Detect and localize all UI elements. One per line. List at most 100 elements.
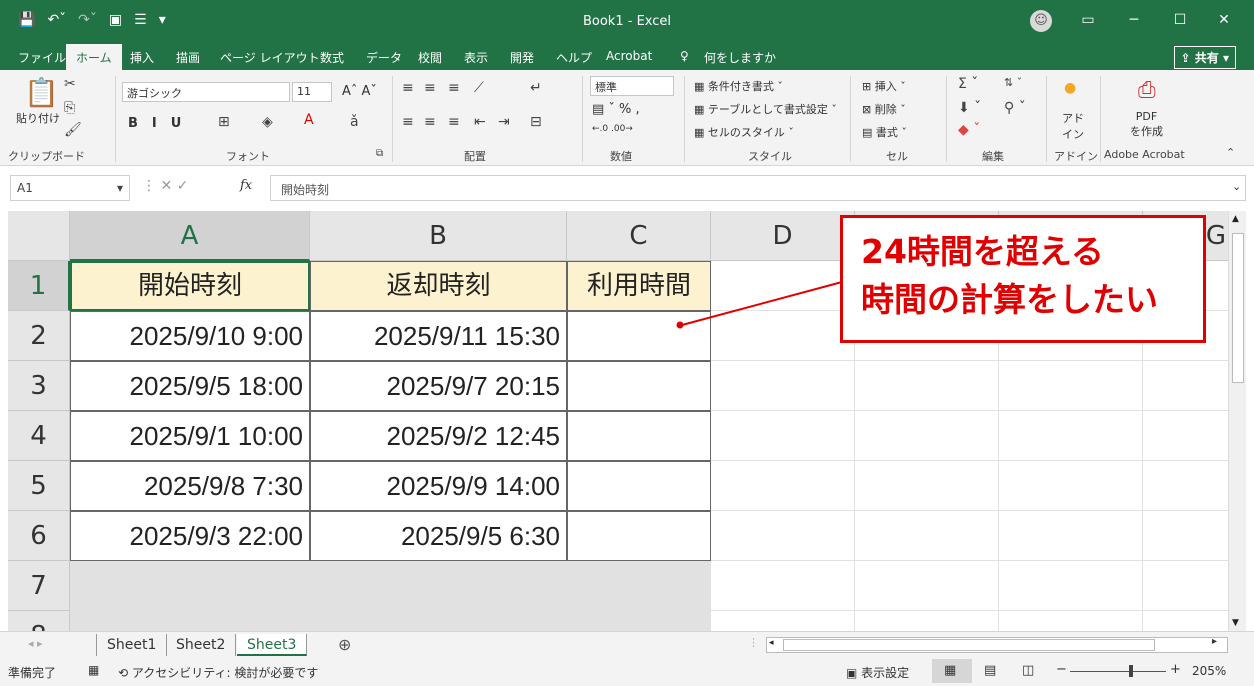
conditional-formatting-button[interactable]: ▦ 条件付き書式 ˇ [694,78,783,94]
font-color-icon[interactable]: A [304,112,314,128]
cell-b5[interactable]: 2025/9/9 14:00 [310,461,567,511]
accessibility-status[interactable]: ⟲ アクセシビリティ: 検討が必要です [118,664,318,681]
macro-record-icon[interactable]: ▦ [88,663,99,677]
cell-b2[interactable]: 2025/9/11 15:30 [310,311,567,361]
tab-data[interactable]: データ [366,49,402,66]
create-pdf-button[interactable]: PDF を作成 [1130,110,1163,139]
format-painter-icon[interactable]: 🖌 [64,122,82,138]
cell-c6[interactable] [567,511,711,561]
scroll-up-icon[interactable]: ▲ [1232,214,1239,224]
delete-cells-button[interactable]: ⊠ 削除 ˇ [862,101,906,117]
tab-review[interactable]: 校閲 [418,49,442,66]
addins-button[interactable]: アド イン [1062,110,1084,142]
row-header-2[interactable]: 2 [8,311,70,361]
tab-acrobat[interactable]: Acrobat [606,49,652,63]
cell-c1[interactable]: 利用時間 [567,261,711,311]
zoom-level[interactable]: 205% [1192,664,1226,678]
align-bottom-icon[interactable]: ≡ [448,80,460,96]
row-header-8[interactable]: 8 [8,611,70,631]
minimize-button[interactable]: ─ [1124,12,1144,28]
tab-page-layout[interactable]: ページ レイアウト [220,49,320,66]
font-grow-shrink-icons[interactable]: Aˆ Aˇ [342,84,377,99]
column-header-c[interactable]: C [567,211,711,261]
select-all-corner[interactable] [8,211,70,261]
font-dialog-launcher-icon[interactable]: ⧉ [376,148,383,159]
borders-icon[interactable]: ⊞ [218,114,230,130]
orientation-icon[interactable]: ⟋ [474,80,484,96]
maximize-button[interactable]: ☐ [1170,12,1190,28]
cell-a4[interactable]: 2025/9/1 10:00 [70,411,310,461]
scroll-left-icon[interactable]: ◂ [769,638,774,648]
cell-b1[interactable]: 返却時刻 [310,261,567,311]
insert-cells-button[interactable]: ⊞ 挿入 ˇ [862,78,906,94]
tab-draw[interactable]: 描画 [176,49,200,66]
tab-formulas[interactable]: 数式 [320,49,344,66]
tab-help[interactable]: ヘルプ [556,49,592,66]
zoom-in-icon[interactable]: + [1170,662,1181,677]
wrap-text-icon[interactable]: ↵ [530,80,542,96]
paste-icon[interactable]: 📋 [24,76,59,109]
sheet-tab-3[interactable]: Sheet3 [237,634,308,656]
row-header-4[interactable]: 4 [8,411,70,461]
sheet-tab-2[interactable]: Sheet2 [166,634,237,656]
decrease-indent-icon[interactable]: ⇤ [474,114,486,130]
format-cells-button[interactable]: ▤ 書式 ˇ [862,124,907,140]
split-handle-icon[interactable]: ⋮ [748,636,759,649]
share-button[interactable]: ⇪ 共有 ▾ [1173,46,1236,69]
addins-icon[interactable]: ● [1064,80,1076,96]
name-box-dropdown-icon[interactable]: ▾ [117,181,123,195]
decimal-icons[interactable]: ←.0 .00→ [592,124,633,134]
cell-b3[interactable]: 2025/9/7 20:15 [310,361,567,411]
paste-label[interactable]: 貼り付け [16,110,60,126]
name-box[interactable]: A1 ▾ [10,175,130,201]
find-select-icon[interactable]: ⚲ ˇ [1004,100,1026,116]
user-avatar-icon[interactable]: ☺ [1030,10,1052,32]
tab-home[interactable]: ホーム [66,44,122,70]
merge-center-icon[interactable]: ⊟ [530,114,542,130]
column-header-d[interactable]: D [711,211,855,261]
row-header-1[interactable]: 1 [8,261,70,311]
fill-icon[interactable]: ⬇ ˇ [958,100,981,116]
phonetic-icon[interactable]: ǎ [350,114,359,130]
display-settings[interactable]: ▣ 表示設定 [846,664,909,681]
cell-c2[interactable] [567,311,711,361]
zoom-slider-thumb[interactable] [1129,665,1133,677]
tell-me-search[interactable]: 何をしますか [704,49,776,66]
vertical-scrollbar[interactable]: ▲ ▼ [1228,211,1246,631]
row-header-6[interactable]: 6 [8,511,70,561]
page-layout-view-icon[interactable]: ▤ [984,663,996,678]
align-center-icon[interactable]: ≡ [424,114,436,130]
sheet-nav-arrows-icon[interactable]: ◂ ▸ [28,637,43,650]
row-header-7[interactable]: 7 [8,561,70,611]
cell-b4[interactable]: 2025/9/2 12:45 [310,411,567,461]
copy-icon[interactable]: ⎘ [64,100,75,116]
collapse-ribbon-icon[interactable]: ⌃ [1226,146,1235,159]
sort-filter-icon[interactable]: ⇅ ˇ [1004,76,1022,89]
cell-c4[interactable] [567,411,711,461]
cell-c5[interactable] [567,461,711,511]
add-sheet-icon[interactable]: ⊕ [338,635,351,654]
font-name-select[interactable]: 游ゴシック [122,82,290,102]
pdf-icon[interactable]: ⎙ [1138,78,1156,103]
autosum-icon[interactable]: Σ ˇ [958,76,978,92]
format-as-table-button[interactable]: ▦ テーブルとして書式設定 ˇ [694,101,837,117]
font-size-select[interactable]: 11 [292,82,332,102]
tab-view[interactable]: 表示 [464,49,488,66]
row-header-3[interactable]: 3 [8,361,70,411]
align-middle-icon[interactable]: ≡ [424,80,436,96]
cell-a5[interactable]: 2025/9/8 7:30 [70,461,310,511]
horizontal-scrollbar[interactable]: ◂ [766,637,1228,653]
expand-formula-icon[interactable]: ⌄ [1232,180,1241,193]
cell-c3[interactable] [567,361,711,411]
align-left-icon[interactable]: ≡ [402,114,414,130]
tab-file[interactable]: ファイル [18,49,66,66]
clear-icon[interactable]: ◆ ˇ [958,122,980,138]
fill-color-icon[interactable]: ◈ [262,114,273,130]
align-right-icon[interactable]: ≡ [448,114,460,130]
accounting-percent-comma-icons[interactable]: ▤ ˇ % , [592,102,640,117]
bold-italic-underline-buttons[interactable]: BIU [128,116,195,131]
cell-a6[interactable]: 2025/9/3 22:00 [70,511,310,561]
cell-a2[interactable]: 2025/9/10 9:00 [70,311,310,361]
vertical-scroll-thumb[interactable] [1232,233,1244,383]
number-format-select[interactable]: 標準 [590,76,674,96]
